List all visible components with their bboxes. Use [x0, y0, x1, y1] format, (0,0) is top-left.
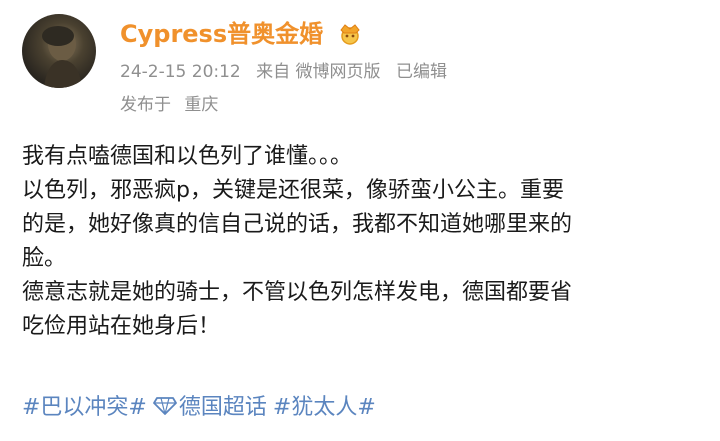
post-text-line: 的是，她好像真的信自己说的话，我都不知道她哪里来的 [22, 212, 573, 237]
tag-link-supertopic[interactable]: 德国超话 [152, 391, 267, 427]
tag-link[interactable]: #犹太人# [273, 391, 376, 425]
post-text-line: 脸。 [22, 246, 67, 271]
tag-link[interactable]: #巴以冲突# [22, 391, 147, 425]
post-source: 来自 微博网页版 [256, 62, 381, 82]
topic-tags: #巴以冲突# 德国超话 #犹太人# [22, 391, 382, 427]
post-text-line: 吃俭用站在她身后！ [22, 314, 221, 339]
post-meta: 24-2-15 20:12 来自 微博网页版 已编辑 [120, 60, 457, 84]
post-text: 我有点嗑德国和以色列了谁懂。。。 以色列，邪恶疯p，关键是还很菜，像骄蛮小公主。… [22, 140, 702, 344]
author-name[interactable]: Cypress普奥金婚 [120, 18, 323, 50]
location-name: 重庆 [184, 95, 219, 115]
post-text-line: 以色列，邪恶疯p，关键是还很菜，像骄蛮小公主。重要 [22, 178, 564, 203]
post-text-line: 德意志就是她的骑士，不管以色列怎样发电，德国都要省 [22, 280, 573, 305]
author-avatar[interactable] [22, 14, 96, 88]
crown-badge-icon [337, 21, 363, 45]
post-location: 发布于 重庆 [120, 93, 226, 117]
diamond-icon [152, 393, 177, 427]
post-timestamp[interactable]: 24-2-15 20:12 [120, 62, 241, 82]
post-text-line: 我有点嗑德国和以色列了谁懂。。。 [22, 144, 353, 169]
location-prefix: 发布于 [120, 95, 171, 115]
tag-label: 德国超话 [178, 395, 267, 420]
edited-label[interactable]: 已编辑 [396, 62, 447, 82]
